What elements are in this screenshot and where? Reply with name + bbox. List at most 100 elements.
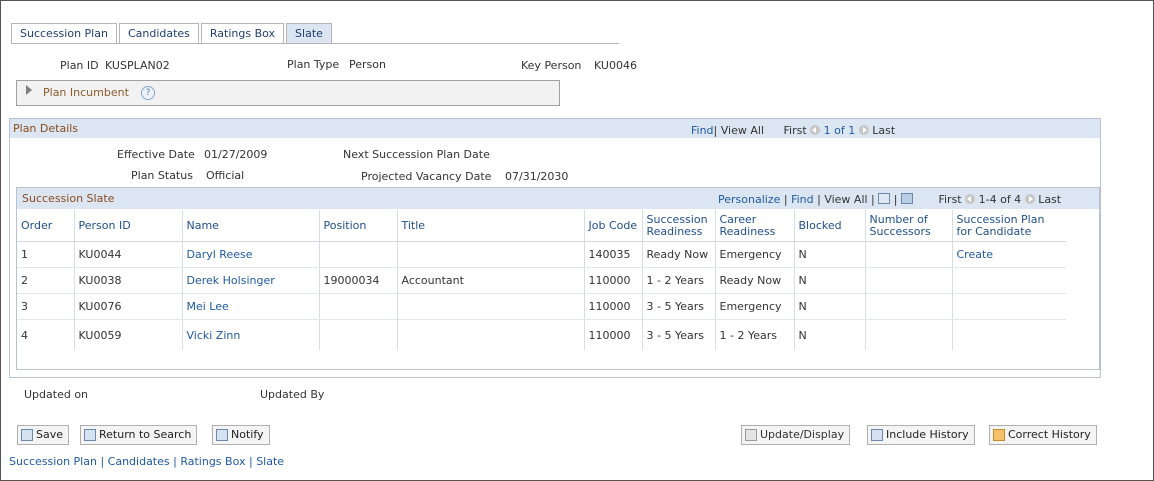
succession-slate-grid: Succession Slate Personalize | Find | Vi… (16, 187, 1100, 370)
title-cell (397, 319, 585, 350)
find-link[interactable]: Find (691, 124, 714, 137)
return-to-search-button[interactable]: Return to Search (80, 425, 198, 445)
previous-arrow-icon[interactable] (810, 125, 821, 135)
link-candidates[interactable]: Candidates (108, 455, 170, 468)
tab-slate[interactable]: Slate (286, 23, 332, 44)
expand-arrow-icon[interactable] (26, 85, 32, 95)
previous-arrow-icon[interactable] (965, 194, 976, 204)
link-slate[interactable]: Slate (256, 455, 284, 468)
tab-candidates[interactable]: Candidates (118, 23, 199, 44)
position-cell (319, 241, 398, 268)
find-link[interactable]: Find (791, 193, 814, 206)
plan-type-value: Person (349, 58, 386, 71)
next-plan-date-label: Next Succession Plan Date (343, 148, 490, 161)
save-button[interactable]: Save (17, 425, 70, 445)
title-cell (397, 241, 585, 268)
successors-cell (865, 267, 953, 294)
next-arrow-icon[interactable] (858, 125, 869, 135)
column-header[interactable]: Name (182, 210, 320, 242)
column-header[interactable]: Order (17, 210, 75, 242)
key-person-label: Key Person (521, 59, 582, 72)
separator: | (867, 193, 879, 206)
position-cell (319, 319, 398, 350)
save-label: Save (36, 428, 64, 441)
blocked-cell: N (794, 267, 866, 294)
succession-readiness-cell: 3 - 5 Years (642, 319, 716, 350)
blocked-cell: N (794, 319, 866, 350)
plan-for-candidate-cell (952, 267, 1066, 294)
row-counter: 1-4 of 4 (978, 193, 1022, 206)
successors-cell (865, 241, 953, 268)
projected-vacancy-value: 07/31/2030 (505, 170, 569, 183)
download-grid-icon[interactable] (900, 193, 913, 204)
column-header[interactable]: Title (397, 210, 585, 242)
name-link[interactable]: Daryl Reese (182, 241, 320, 268)
order-cell: 3 (17, 293, 75, 320)
update-display-button[interactable]: Update/Display (741, 425, 851, 445)
name-link[interactable]: Vicki Zinn (182, 319, 320, 350)
column-header[interactable]: Person ID (74, 210, 183, 242)
help-icon[interactable]: ? (141, 86, 155, 100)
tab-succession-plan[interactable]: Succession Plan (11, 23, 117, 44)
column-header[interactable]: Job Code (584, 210, 643, 242)
include-history-button[interactable]: Include History (867, 425, 975, 445)
link-ratings-box[interactable]: Ratings Box (180, 455, 245, 468)
succession-readiness-cell: Ready Now (642, 241, 716, 268)
column-header[interactable]: Position (319, 210, 398, 242)
plan-status-label: Plan Status (131, 169, 193, 182)
personalize-link[interactable]: Personalize (718, 193, 780, 206)
effective-date-label: Effective Date (117, 148, 195, 161)
separator: | (780, 193, 792, 206)
title-cell: Accountant (397, 267, 585, 294)
column-header[interactable]: Career Readiness (715, 210, 795, 242)
notify-icon (216, 429, 228, 441)
tab-underline (11, 43, 619, 44)
updated-by-label: Updated By (260, 388, 325, 401)
correct-history-button[interactable]: Correct History (989, 425, 1097, 445)
plan-id-label: Plan ID (60, 59, 99, 72)
last-link[interactable]: Last (1038, 193, 1061, 206)
notify-button[interactable]: Notify (212, 425, 270, 445)
column-header[interactable]: Number of Successors (865, 210, 953, 242)
slate-table: Order Person ID Name Position Title Job … (17, 210, 1066, 350)
plan-incumbent-section[interactable]: Plan Incumbent ? (16, 80, 560, 106)
separator: | (173, 455, 177, 468)
plan-incumbent-label[interactable]: Plan Incumbent (43, 86, 129, 99)
column-header[interactable]: Succession Plan for Candidate (952, 210, 1066, 242)
view-all-link[interactable]: View All (721, 124, 764, 137)
new-window-icon[interactable] (878, 193, 891, 204)
successors-cell (865, 319, 953, 350)
column-header[interactable]: Blocked (794, 210, 866, 242)
first-link[interactable]: First (784, 124, 807, 137)
last-link[interactable]: Last (872, 124, 895, 137)
career-readiness-cell: Emergency (715, 293, 795, 320)
plan-status-value: Official (206, 169, 245, 182)
row-counter: 1 of 1 (823, 124, 856, 137)
create-plan-link[interactable]: Create (952, 241, 1066, 268)
updated-on-label: Updated on (24, 388, 89, 401)
name-link[interactable]: Mei Lee (182, 293, 320, 320)
blocked-cell: N (794, 293, 866, 320)
order-cell: 2 (17, 267, 75, 294)
tab-ratings-box[interactable]: Ratings Box (200, 23, 285, 44)
separator: | (813, 193, 825, 206)
separator: | (248, 455, 253, 468)
save-icon (21, 429, 33, 441)
table-header-row: Order Person ID Name Position Title Job … (17, 210, 1066, 242)
plan-details-title: Plan Details (13, 122, 79, 135)
name-link[interactable]: Derek Holsinger (182, 267, 320, 294)
link-succession-plan[interactable]: Succession Plan (9, 455, 97, 468)
person-id-cell: KU0059 (74, 319, 183, 350)
return-to-search-icon (84, 429, 96, 441)
job-code-cell: 110000 (584, 267, 643, 294)
blocked-cell: N (794, 241, 866, 268)
view-all-link[interactable]: View All (824, 193, 867, 206)
separator: | (100, 455, 105, 468)
next-arrow-icon[interactable] (1024, 194, 1035, 204)
key-person-value: KU0046 (594, 59, 637, 72)
column-header[interactable]: Succession Readiness (642, 210, 716, 242)
first-link[interactable]: First (938, 193, 961, 206)
return-to-search-label: Return to Search (99, 428, 192, 441)
include-history-label: Include History (886, 428, 969, 441)
update-display-label: Update/Display (760, 428, 845, 441)
